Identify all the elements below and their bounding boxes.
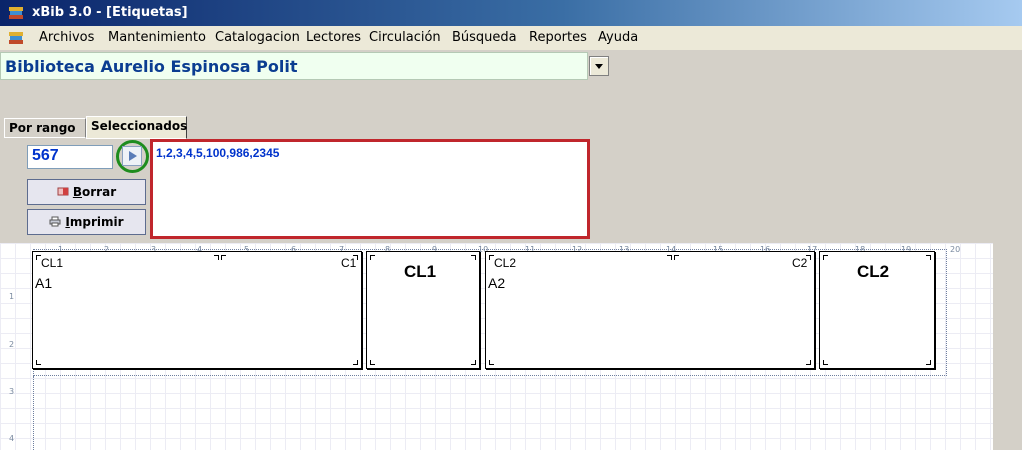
corner-mark xyxy=(823,360,828,365)
menu-ayuda[interactable]: Ayuda xyxy=(598,30,638,45)
menu-circulacion[interactable]: Circulación xyxy=(369,30,441,45)
library-row: Biblioteca Aurelio Espinosa Polit xyxy=(0,50,1022,84)
tab-por-rango[interactable]: Por rango xyxy=(4,118,86,138)
ruler-left-1: 1 xyxy=(9,292,15,301)
label-card-4[interactable]: CL2 xyxy=(819,251,935,369)
label-3-top-right-text: C2 xyxy=(792,256,808,270)
window-title: xBib 3.0 - [Etiquetas] xyxy=(32,5,188,20)
library-select[interactable]: Biblioteca Aurelio Espinosa Polit xyxy=(0,52,588,80)
menu-busqueda[interactable]: Búsqueda xyxy=(452,30,517,45)
label-1-top-right-text: C1 xyxy=(341,256,357,270)
printer-icon xyxy=(49,216,61,227)
ruler-left-4: 4 xyxy=(9,434,15,443)
menu-catalogacion[interactable]: Catalogacion xyxy=(215,30,300,45)
library-select-value: Biblioteca Aurelio Espinosa Polit xyxy=(5,57,298,76)
menu-bar: Archivos Mantenimiento Catalogacion Lect… xyxy=(0,26,1022,50)
corner-mark xyxy=(926,255,931,260)
vertical-scrollbar[interactable] xyxy=(993,243,1022,450)
books-stack-icon xyxy=(9,7,23,19)
label-card-1[interactable]: CL1 C1 A1 xyxy=(32,251,362,369)
title-bar: xBib 3.0 - [Etiquetas] xyxy=(0,0,1022,26)
imprimir-label: mprimir xyxy=(69,215,124,229)
ruler-left-2: 2 xyxy=(9,340,15,349)
borrar-accelerator: B xyxy=(72,185,83,199)
corner-mark xyxy=(471,360,476,365)
eraser-icon xyxy=(57,187,69,196)
corner-mark xyxy=(221,255,226,260)
number-input[interactable]: 567 xyxy=(27,145,113,169)
ruler-left-3: 3 xyxy=(9,387,15,396)
corner-mark xyxy=(674,255,679,260)
corner-mark xyxy=(667,255,672,260)
corner-mark xyxy=(471,255,476,260)
corner-mark xyxy=(214,255,219,260)
selected-items-text: 1,2,3,4,5,100,986,2345 xyxy=(156,146,280,160)
books-stack-icon[interactable] xyxy=(7,29,25,47)
corner-mark xyxy=(806,360,811,365)
menu-lectores[interactable]: Lectores xyxy=(306,30,361,45)
corner-mark xyxy=(489,360,494,365)
selected-items-list[interactable]: 1,2,3,4,5,100,986,2345 xyxy=(150,139,590,239)
label-4-main-text: CL2 xyxy=(857,262,890,281)
corner-mark xyxy=(353,360,358,365)
menu-reportes[interactable]: Reportes xyxy=(529,30,587,45)
play-arrow-icon xyxy=(129,151,137,161)
tab-seleccionados[interactable]: Seleccionados xyxy=(86,116,187,139)
label-1-main-text: A1 xyxy=(35,275,53,291)
add-to-list-button[interactable] xyxy=(122,146,142,166)
label-2-main-text: CL1 xyxy=(404,262,437,281)
menu-mantenimiento[interactable]: Mantenimiento xyxy=(108,30,206,45)
chevron-down-icon xyxy=(595,64,603,69)
corner-mark xyxy=(823,255,828,260)
page-outline-left-edge xyxy=(33,376,34,450)
label-card-3[interactable]: CL2 C2 A2 xyxy=(485,251,815,369)
label-3-top-left-text: CL2 xyxy=(494,256,517,270)
borrar-label: orrar xyxy=(82,185,117,199)
label-3-main-text: A2 xyxy=(488,275,506,291)
ruler-top-20: 20 xyxy=(950,245,961,254)
corner-mark xyxy=(370,255,375,260)
imprimir-button[interactable]: Imprimir xyxy=(27,209,146,235)
label-card-2[interactable]: CL1 xyxy=(366,251,480,369)
library-dropdown-button[interactable] xyxy=(589,56,609,76)
label-1-top-left-text: CL1 xyxy=(41,256,64,270)
corner-mark xyxy=(370,360,375,365)
corner-mark xyxy=(926,360,931,365)
borrar-button[interactable]: Borrar xyxy=(27,179,146,205)
menu-archivos[interactable]: Archivos xyxy=(39,30,94,45)
corner-mark xyxy=(36,360,41,365)
